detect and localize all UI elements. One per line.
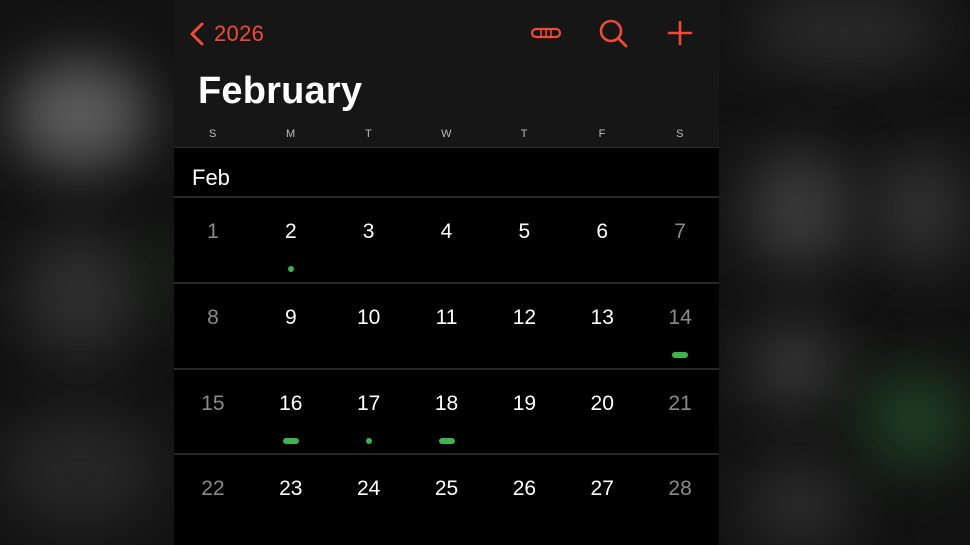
day-number: 5 xyxy=(518,220,531,243)
day-number: 28 xyxy=(668,477,692,500)
day-cell[interactable]: 1 xyxy=(174,198,252,282)
day-cell[interactable]: 20 xyxy=(563,370,641,454)
day-number: 23 xyxy=(279,477,303,500)
day-cell[interactable]: 15 xyxy=(174,370,252,454)
header-divider xyxy=(174,147,719,148)
day-cell[interactable]: 16 xyxy=(252,370,330,454)
day-cell[interactable]: 22 xyxy=(174,455,252,539)
navigation-bar: 2026 xyxy=(174,0,719,66)
weekday-label: S xyxy=(209,128,217,140)
day-cell[interactable]: 11 xyxy=(408,284,486,368)
day-cell[interactable]: 24 xyxy=(330,455,408,539)
day-number: 16 xyxy=(279,392,303,415)
background-blur-blob xyxy=(870,150,970,270)
weekday-label: W xyxy=(441,128,452,140)
day-cell[interactable]: 12 xyxy=(485,284,563,368)
day-number: 15 xyxy=(201,392,225,415)
month-section-label: Feb xyxy=(192,165,230,190)
background-blur-blob xyxy=(0,410,160,530)
day-number: 14 xyxy=(668,306,692,329)
weekday-label: S xyxy=(676,128,684,140)
week-row: 22 23 24 25 26 27 28 xyxy=(174,455,719,539)
day-number: 4 xyxy=(440,220,453,243)
background-blur-blob xyxy=(745,460,855,545)
day-cell[interactable]: 7 xyxy=(641,198,719,282)
day-cell[interactable]: 8 xyxy=(174,284,252,368)
day-number: 11 xyxy=(435,306,458,329)
day-cell[interactable]: 10 xyxy=(330,284,408,368)
day-number: 7 xyxy=(674,220,686,243)
month-title: February xyxy=(198,70,363,112)
day-cell[interactable]: 19 xyxy=(485,370,563,454)
day-cell[interactable]: 5 xyxy=(485,198,563,282)
weekday-label: T xyxy=(520,128,528,140)
day-number: 1 xyxy=(207,220,219,243)
week-row: 8 9 10 11 12 13 14 xyxy=(174,284,719,368)
day-number: 6 xyxy=(596,220,609,243)
background-blur-blob xyxy=(20,230,140,360)
event-indicator-dot xyxy=(672,352,689,358)
list-view-button[interactable] xyxy=(528,16,564,50)
day-number: 19 xyxy=(512,392,537,415)
day-number: 2 xyxy=(284,220,297,243)
add-event-button[interactable] xyxy=(662,16,698,50)
event-indicator-dot xyxy=(287,266,294,272)
week-row: 1 2 3 4 5 6 7 xyxy=(174,198,719,282)
day-cell[interactable]: 25 xyxy=(408,455,486,539)
day-number: 10 xyxy=(356,306,381,329)
back-label: 2026 xyxy=(214,21,265,46)
background-blur-blob xyxy=(10,60,150,170)
search-icon xyxy=(599,19,628,48)
day-cell[interactable]: 9 xyxy=(252,284,330,368)
background-blur-blob xyxy=(745,150,855,270)
day-number: 24 xyxy=(356,477,381,500)
search-button[interactable] xyxy=(595,16,631,50)
weekday-label: M xyxy=(285,128,296,140)
day-number: 18 xyxy=(434,392,459,415)
day-cell[interactable]: 18 xyxy=(408,370,486,454)
day-cell[interactable]: 28 xyxy=(641,455,719,539)
day-number: 27 xyxy=(590,477,614,500)
plus-icon xyxy=(667,20,693,46)
day-cell[interactable]: 2 xyxy=(252,198,330,282)
day-cell[interactable]: 4 xyxy=(408,198,486,282)
calendar-screen: 2026 February S M T W T F S Feb 1 2 3 4 … xyxy=(174,0,719,545)
day-number: 22 xyxy=(201,477,225,500)
week-row: 15 16 17 18 19 20 21 xyxy=(174,370,719,454)
day-number: 3 xyxy=(362,220,375,243)
day-number: 9 xyxy=(284,306,297,329)
day-cell[interactable]: 27 xyxy=(563,455,641,539)
day-cell[interactable]: 6 xyxy=(563,198,641,282)
list-view-icon xyxy=(530,27,562,39)
day-cell[interactable]: 17 xyxy=(330,370,408,454)
day-cell[interactable]: 21 xyxy=(641,370,719,454)
day-cell[interactable]: 3 xyxy=(330,198,408,282)
day-cell[interactable]: 23 xyxy=(252,455,330,539)
chevron-left-icon xyxy=(190,22,204,46)
event-indicator-dot xyxy=(438,438,455,444)
background-blur-blob xyxy=(745,320,845,410)
day-cell[interactable]: 14 xyxy=(641,284,719,368)
day-number: 21 xyxy=(668,392,692,415)
day-number: 26 xyxy=(512,477,537,500)
day-number: 25 xyxy=(434,477,459,500)
back-to-year-button[interactable]: 2026 xyxy=(188,20,264,48)
background-blur-blob xyxy=(745,0,945,70)
calendar-header: 2026 February S M T W T F S xyxy=(174,0,719,147)
day-number: 20 xyxy=(590,392,614,415)
weekday-label: F xyxy=(598,128,606,140)
event-indicator-dot xyxy=(282,438,299,444)
background-blur-blob xyxy=(860,370,970,470)
day-number: 12 xyxy=(512,306,537,329)
day-number: 17 xyxy=(356,392,381,415)
day-cell[interactable]: 26 xyxy=(485,455,563,539)
event-indicator-dot xyxy=(365,438,372,444)
day-number: 13 xyxy=(590,306,614,329)
day-number: 8 xyxy=(207,306,219,329)
day-cell[interactable]: 13 xyxy=(563,284,641,368)
weekday-header-row: S M T W T F S xyxy=(174,128,719,144)
weekday-label: T xyxy=(365,128,373,140)
